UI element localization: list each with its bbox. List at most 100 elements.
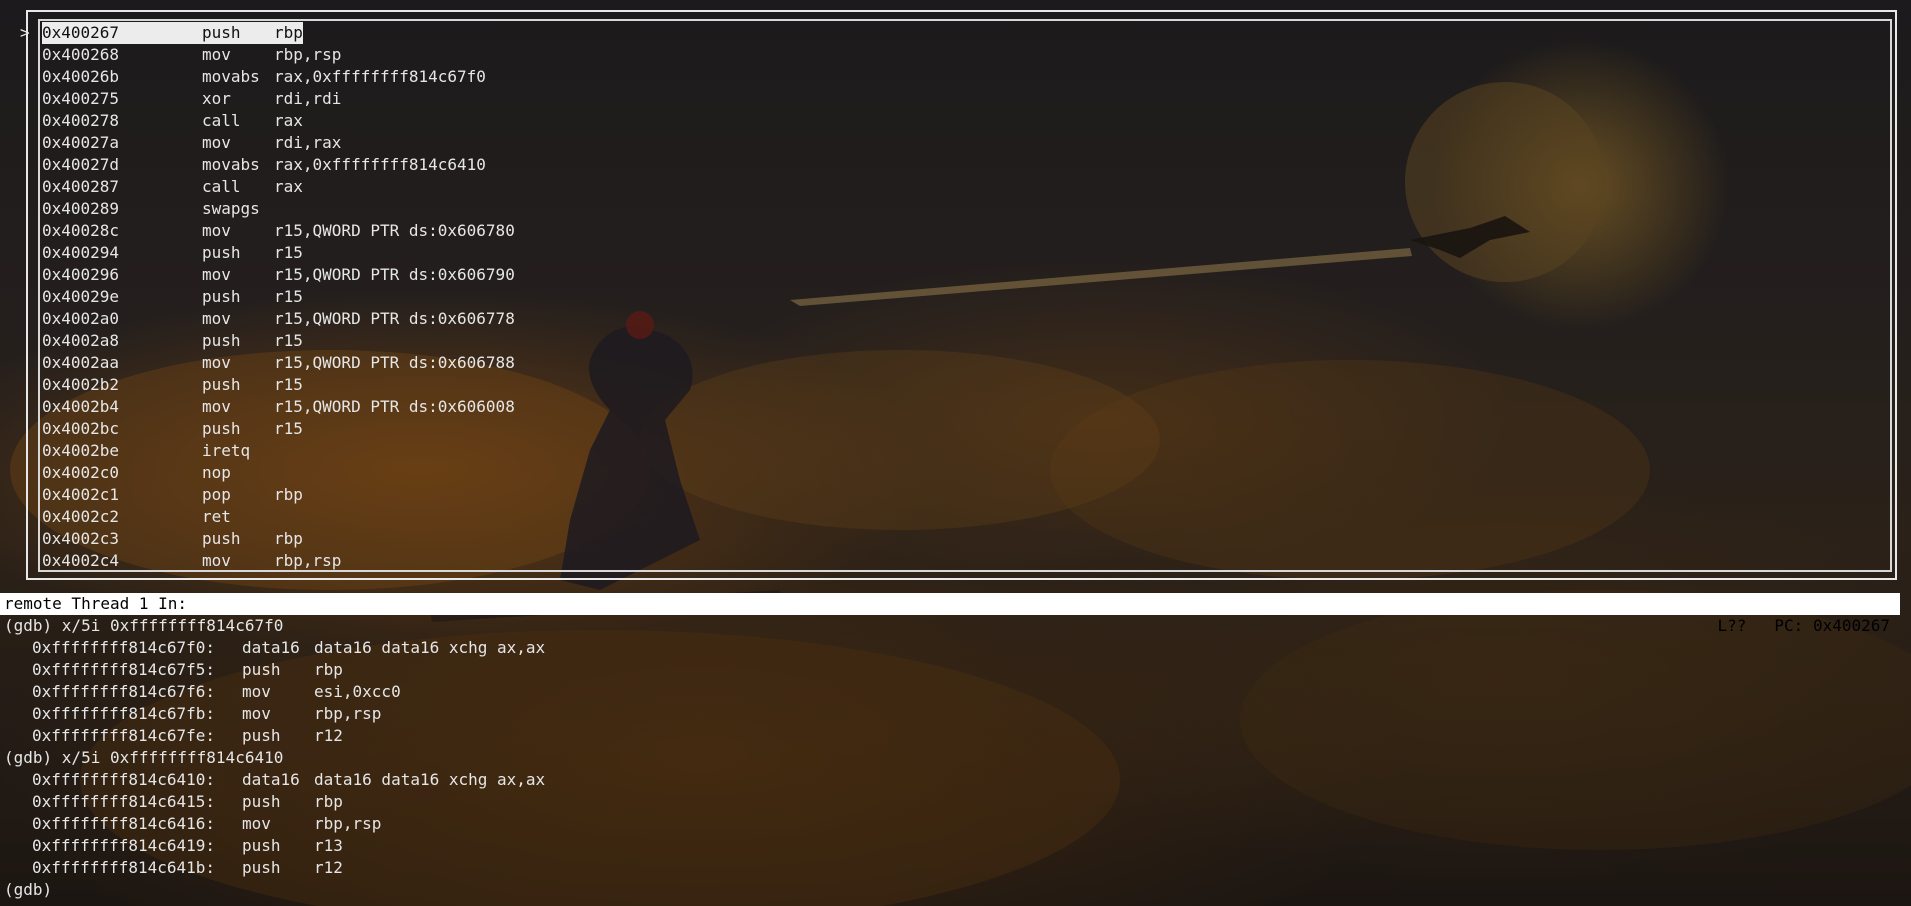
- output-operands: r12: [314, 726, 343, 745]
- gdb-output-instruction: 0xffffffff814c67fb: mov rbp,rsp: [0, 703, 1911, 725]
- status-bar: remote Thread 1 In: L?? PC: 0x400267: [0, 593, 1900, 635]
- asm-operands: r15: [274, 419, 303, 438]
- asm-line[interactable]: 0x40027a mov rdi,rax: [42, 132, 341, 154]
- asm-line[interactable]: 0x400287 call rax: [42, 176, 303, 198]
- asm-mnemonic: call: [202, 111, 241, 130]
- gdb-console[interactable]: (gdb) x/5i 0xffffffff814c67f0 0xffffffff8…: [0, 615, 1911, 901]
- asm-line[interactable]: 0x40027d movabs rax,0xffffffff814c6410: [42, 154, 486, 176]
- asm-mnemonic: push: [202, 331, 241, 350]
- asm-operands: r15,QWORD PTR ds:0x606788: [274, 353, 515, 372]
- output-mnemonic: push: [242, 660, 281, 679]
- asm-line[interactable]: 0x4002bc push r15: [42, 418, 303, 440]
- asm-line[interactable]: 0x4002c4 mov rbp,rsp: [42, 550, 341, 572]
- asm-operands: rbp: [274, 23, 303, 42]
- output-mnemonic: mov: [242, 814, 271, 833]
- asm-mnemonic: pop: [202, 485, 231, 504]
- output-mnemonic: push: [242, 726, 281, 745]
- output-operands: data16 data16 xchg ax,ax: [314, 638, 546, 657]
- asm-operands: r15: [274, 331, 303, 350]
- gdb-output-instruction: 0xffffffff814c6419: push r13: [0, 835, 1911, 857]
- current-line-marker: >: [20, 23, 30, 42]
- asm-operands: rax: [274, 177, 303, 196]
- asm-line[interactable]: 0x4002a8 push r15: [42, 330, 303, 352]
- asm-operands: rdi,rax: [274, 133, 342, 152]
- asm-line-current[interactable]: 0x400267 push rbp: [42, 22, 303, 44]
- asm-address: 0x4002c3: [42, 529, 120, 548]
- asm-line[interactable]: 0x400278 call rax: [42, 110, 303, 132]
- asm-mnemonic: movabs: [202, 67, 260, 86]
- output-operands: r13: [314, 836, 343, 855]
- output-address: 0xffffffff814c6415:: [32, 792, 216, 811]
- asm-operands: rdi,rdi: [274, 89, 342, 108]
- asm-address: 0x4002a8: [42, 331, 120, 350]
- asm-address: 0x40027a: [42, 133, 120, 152]
- output-mnemonic: mov: [242, 682, 271, 701]
- gdb-output-instruction: 0xffffffff814c67f5: push rbp: [0, 659, 1911, 681]
- asm-line[interactable]: 0x4002c3 push rbp: [42, 528, 303, 550]
- asm-operands: r15: [274, 375, 303, 394]
- asm-address: 0x4002c4: [42, 551, 120, 570]
- asm-mnemonic: mov: [202, 45, 231, 64]
- asm-address: 0x400287: [42, 177, 120, 196]
- asm-address: 0x400275: [42, 89, 120, 108]
- asm-operands: rax: [274, 111, 303, 130]
- asm-mnemonic: push: [202, 287, 241, 306]
- asm-line[interactable]: 0x40029e push r15: [42, 286, 303, 308]
- asm-address: 0x400294: [42, 243, 120, 262]
- asm-line[interactable]: 0x40028c mov r15,QWORD PTR ds:0x606780: [42, 220, 515, 242]
- asm-operands: r15,QWORD PTR ds:0x606790: [274, 265, 515, 284]
- gdb-prompt-input[interactable]: (gdb): [0, 879, 1911, 901]
- asm-address: 0x40029e: [42, 287, 120, 306]
- output-mnemonic: data16: [242, 638, 300, 657]
- asm-line[interactable]: 0x4002a0 mov r15,QWORD PTR ds:0x606778: [42, 308, 515, 330]
- asm-mnemonic: xor: [202, 89, 231, 108]
- asm-line[interactable]: 0x4002be iretq: [42, 440, 274, 462]
- output-address: 0xffffffff814c67f5:: [32, 660, 216, 679]
- asm-line[interactable]: 0x40026b movabs rax,0xffffffff814c67f0: [42, 66, 486, 88]
- gdb-command-line: (gdb) x/5i 0xffffffff814c67f0: [4, 616, 284, 635]
- asm-address: 0x4002b2: [42, 375, 120, 394]
- gdb-output-instruction: 0xffffffff814c6410: data16 data16 data16 x…: [0, 769, 1911, 791]
- output-mnemonic: push: [242, 792, 281, 811]
- asm-address: 0x40028c: [42, 221, 120, 240]
- asm-line[interactable]: 0x400275 xor rdi,rdi: [42, 88, 341, 110]
- output-operands: r12: [314, 858, 343, 877]
- status-thread-info: remote Thread 1 In:: [4, 594, 188, 613]
- gdb-output-instruction: 0xffffffff814c6416: mov rbp,rsp: [0, 813, 1911, 835]
- asm-line[interactable]: 0x400268 mov rbp,rsp: [42, 44, 341, 66]
- asm-operands: rax,0xffffffff814c6410: [274, 155, 486, 174]
- asm-mnemonic: push: [202, 375, 241, 394]
- asm-mnemonic: mov: [202, 353, 231, 372]
- asm-line[interactable]: 0x4002c0 nop: [42, 462, 274, 484]
- asm-line[interactable]: 0x4002b2 push r15: [42, 374, 303, 396]
- asm-operands: rbp: [274, 485, 303, 504]
- asm-line[interactable]: 0x4002aa mov r15,QWORD PTR ds:0x606788: [42, 352, 515, 374]
- asm-line[interactable]: 0x4002b4 mov r15,QWORD PTR ds:0x606008: [42, 396, 515, 418]
- asm-address: 0x4002c0: [42, 463, 120, 482]
- output-mnemonic: push: [242, 836, 281, 855]
- gdb-output-instruction: 0xffffffff814c67f0: data16 data16 data16 x…: [0, 637, 1911, 659]
- output-operands: rbp: [314, 660, 343, 679]
- output-address: 0xffffffff814c67f6:: [32, 682, 216, 701]
- asm-mnemonic: push: [202, 243, 241, 262]
- asm-line[interactable]: 0x400294 push r15: [42, 242, 303, 264]
- output-operands: rbp,rsp: [314, 814, 382, 833]
- asm-operands: rax,0xffffffff814c67f0: [274, 67, 486, 86]
- output-address: 0xffffffff814c6419:: [32, 836, 216, 855]
- asm-address: 0x40026b: [42, 67, 120, 86]
- asm-address: 0x4002c2: [42, 507, 120, 526]
- asm-address: 0x4002a0: [42, 309, 120, 328]
- output-address: 0xffffffff814c67fe:: [32, 726, 216, 745]
- asm-operands: r15: [274, 243, 303, 262]
- asm-mnemonic: iretq: [202, 441, 251, 460]
- asm-address: 0x4002c1: [42, 485, 120, 504]
- asm-mnemonic: mov: [202, 397, 231, 416]
- asm-mnemonic: call: [202, 177, 241, 196]
- asm-line[interactable]: 0x400296 mov r15,QWORD PTR ds:0x606790: [42, 264, 515, 286]
- asm-line[interactable]: 0x4002c2 ret: [42, 506, 274, 528]
- asm-address: 0x400296: [42, 265, 120, 284]
- asm-line[interactable]: 0x4002c1 pop rbp: [42, 484, 303, 506]
- asm-line[interactable]: 0x400289 swapgs: [42, 198, 274, 220]
- asm-address: 0x400267: [42, 23, 120, 42]
- asm-operands: rbp: [274, 529, 303, 548]
